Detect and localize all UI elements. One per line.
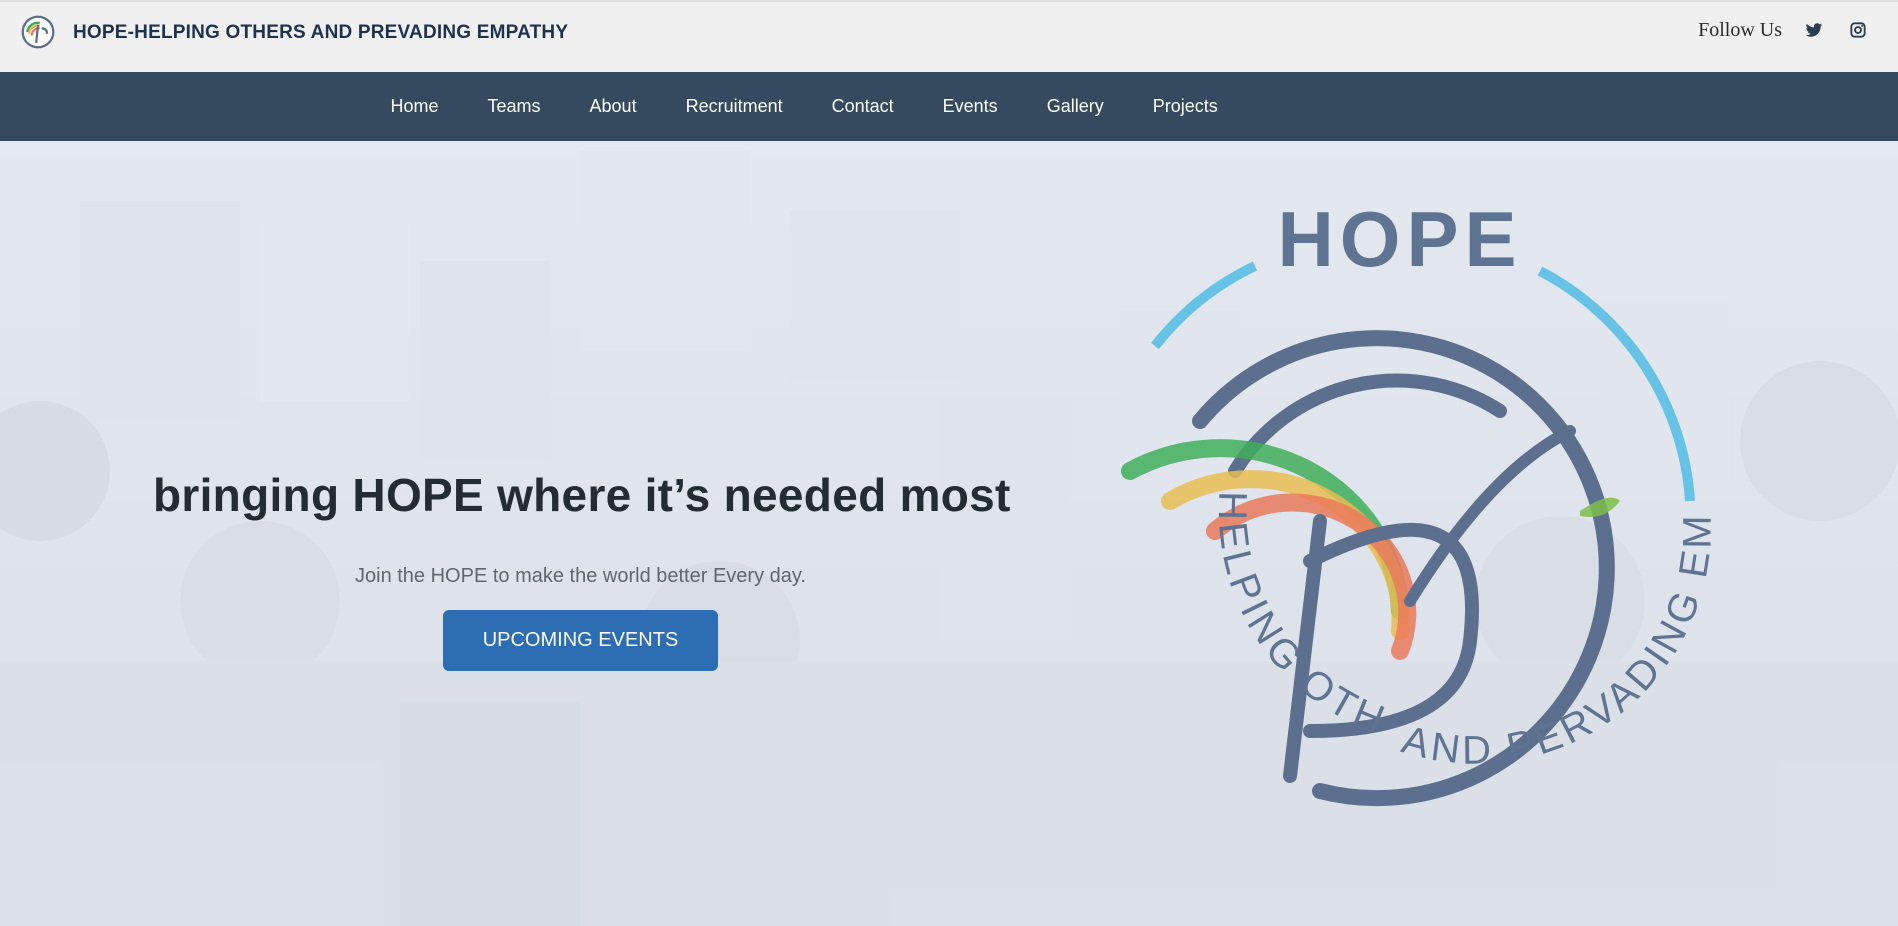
twitter-icon[interactable] — [1804, 20, 1824, 40]
hero-heading: bringing HOPE where it’s needed most — [153, 469, 1011, 521]
upcoming-events-button[interactable]: UPCOMING EVENTS — [443, 610, 718, 671]
nav-gallery[interactable]: Gallery — [1022, 72, 1128, 141]
site-title[interactable]: HOPE-HELPING OTHERS AND PREVADING EMPATH… — [73, 22, 568, 44]
instagram-icon[interactable] — [1848, 20, 1868, 40]
follow-us-label: Follow Us — [1698, 19, 1782, 41]
nav-projects[interactable]: Projects — [1128, 72, 1242, 141]
hero-subheading: Join the HOPE to make the world better E… — [355, 565, 806, 587]
nav-recruitment[interactable]: Recruitment — [661, 72, 807, 141]
hero-section: HOPE HELPING OTHERS AND PERVADING EMPATH… — [0, 141, 1898, 926]
hope-emblem-icon: HOPE HELPING OTHERS AND PERVADING EMPATH… — [1070, 171, 1716, 807]
nav-teams[interactable]: Teams — [463, 72, 565, 141]
nav-home[interactable]: Home — [366, 72, 463, 141]
nav-events[interactable]: Events — [918, 72, 1022, 141]
top-bar: HOPE-HELPING OTHERS AND PREVADING EMPATH… — [0, 0, 1898, 72]
nav-about[interactable]: About — [565, 72, 661, 141]
emblem-word: HOPE — [1277, 195, 1522, 283]
nav-contact[interactable]: Contact — [807, 72, 918, 141]
main-nav: Home Teams About Recruitment Contact Eve… — [0, 72, 1898, 141]
hope-logo-icon[interactable] — [20, 14, 56, 50]
